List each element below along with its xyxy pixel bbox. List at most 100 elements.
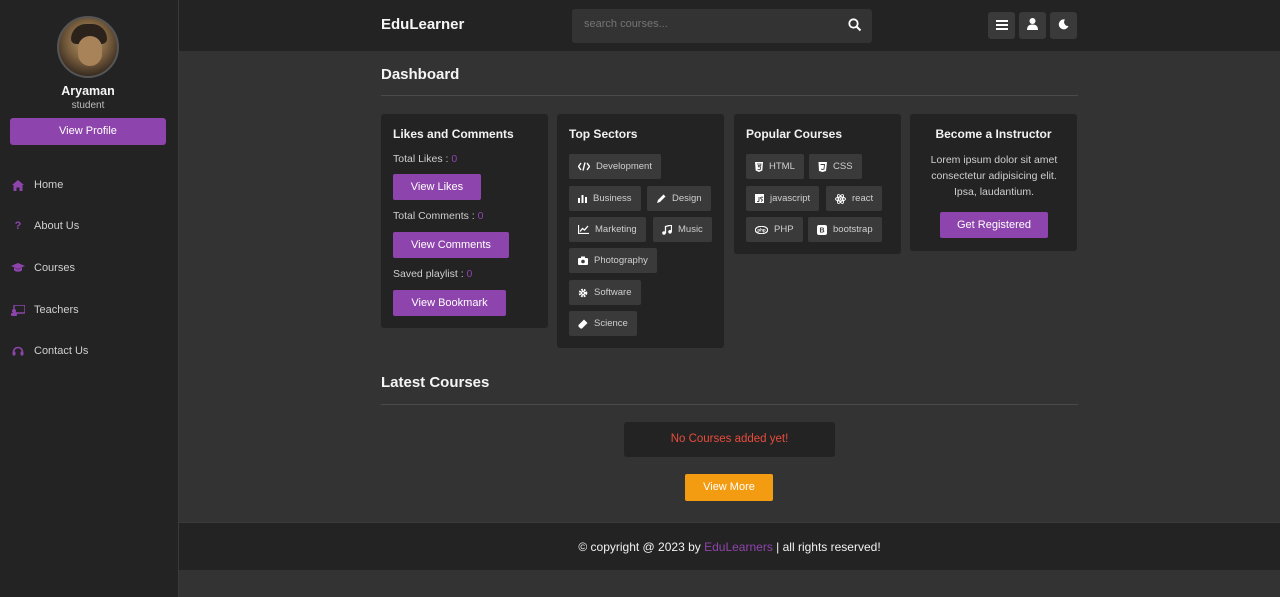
cog-icon xyxy=(578,288,588,298)
sidebar-item-label: Home xyxy=(34,179,64,191)
card-title: Become a Instructor xyxy=(935,127,1052,141)
sidebar-item-label: Contact Us xyxy=(34,345,89,357)
pen-icon xyxy=(656,194,666,204)
php-icon: php xyxy=(755,225,768,234)
view-likes-button[interactable]: View Likes xyxy=(393,174,481,200)
top-header: EduLearner xyxy=(179,0,1280,51)
user-button[interactable] xyxy=(1019,12,1046,39)
sector-chip-development[interactable]: Development xyxy=(569,154,661,179)
instructor-description: Lorem ipsum dolor sit amet consectetur a… xyxy=(930,154,1058,198)
view-profile-button[interactable]: View Profile xyxy=(10,118,166,145)
chip-label: Business xyxy=(593,193,632,204)
course-chip-javascript[interactable]: javascript xyxy=(746,186,820,211)
stat-label: Total Likes : xyxy=(393,153,452,165)
menu-button[interactable] xyxy=(988,12,1015,39)
popular-courses-card: Popular Courses HTML CSS javascript reac… xyxy=(734,114,901,254)
card-title: Likes and Comments xyxy=(393,127,514,141)
search-icon[interactable] xyxy=(848,18,862,32)
chip-label: Photography xyxy=(594,255,648,266)
user-icon xyxy=(1027,17,1038,35)
course-chip-bootstrap[interactable]: B bootstrap xyxy=(808,217,882,242)
course-chip-php[interactable]: php PHP xyxy=(746,217,803,242)
chip-label: PHP xyxy=(774,224,794,235)
brand-logo[interactable]: EduLearner xyxy=(381,16,464,33)
stat-value: 0 xyxy=(451,153,458,165)
latest-courses-title: Latest Courses xyxy=(381,374,490,391)
chip-label: Science xyxy=(594,318,628,329)
sector-chip-software[interactable]: Software xyxy=(569,280,641,305)
home-icon xyxy=(10,179,26,191)
svg-text:php: php xyxy=(757,227,765,232)
sidebar-item-teachers[interactable]: Teachers xyxy=(10,300,79,320)
chalkboard-teacher-icon xyxy=(10,304,26,316)
bootstrap-icon: B xyxy=(817,224,827,235)
sidebar-item-home[interactable]: Home xyxy=(10,175,63,195)
svg-text:B: B xyxy=(819,227,824,234)
chip-label: Development xyxy=(596,161,652,172)
camera-icon xyxy=(578,256,588,265)
course-chip-react[interactable]: react xyxy=(826,186,883,211)
sector-chip-photography[interactable]: Photography xyxy=(569,248,657,273)
card-title: Top Sectors xyxy=(569,127,638,141)
react-icon xyxy=(835,193,846,204)
stat-label: Saved playlist : xyxy=(393,268,467,280)
graduation-cap-icon xyxy=(10,263,26,273)
chip-label: Marketing xyxy=(595,224,637,235)
saved-playlist: Saved playlist : 0 xyxy=(393,268,472,280)
chip-label: Music xyxy=(678,224,703,235)
stat-value: 0 xyxy=(466,268,473,280)
card-title: Popular Courses xyxy=(746,127,843,141)
avatar[interactable] xyxy=(57,16,119,78)
bar-chart-icon xyxy=(578,194,587,203)
sector-chip-music[interactable]: Music xyxy=(653,217,712,242)
dashboard-title: Dashboard xyxy=(381,66,460,83)
course-chip-html[interactable]: HTML xyxy=(746,154,804,179)
sector-chip-marketing[interactable]: Marketing xyxy=(569,217,646,242)
dashboard-divider xyxy=(381,95,1078,96)
theme-toggle-button[interactable] xyxy=(1050,12,1077,39)
question-icon: ? xyxy=(14,220,22,232)
copyright-prefix: © copyright @ 2023 by xyxy=(578,540,705,554)
sector-chip-business[interactable]: Business xyxy=(569,186,641,211)
sidebar-item-label: Courses xyxy=(34,262,75,274)
sidebar-item-label: About Us xyxy=(34,220,80,232)
top-sectors-card: Top Sectors Development Business Design … xyxy=(557,114,724,348)
likes-comments-card: Likes and Comments Total Likes : 0 View … xyxy=(381,114,548,328)
footer-brand-link[interactable]: EduLearners xyxy=(704,540,773,554)
user-name: Aryaman xyxy=(61,84,115,98)
search-input[interactable] xyxy=(584,18,844,30)
moon-icon xyxy=(1058,17,1069,35)
menu-icon xyxy=(995,17,1008,35)
sidebar: Aryaman student View Profile Home ? Abou… xyxy=(0,0,179,597)
latest-divider xyxy=(381,404,1078,405)
view-bookmark-button[interactable]: View Bookmark xyxy=(393,290,506,316)
footer: © copyright @ 2023 by EduLearners | all … xyxy=(179,522,1280,570)
sidebar-item-label: Teachers xyxy=(34,304,79,316)
total-comments: Total Comments : 0 xyxy=(393,210,483,222)
avatar-face xyxy=(78,36,102,66)
chip-label: HTML xyxy=(769,161,795,172)
vial-icon xyxy=(578,319,588,329)
copyright-suffix: | all rights reserved! xyxy=(772,540,881,554)
chip-label: javascript xyxy=(770,193,811,204)
total-likes: Total Likes : 0 xyxy=(393,153,457,165)
empty-courses-message: No Courses added yet! xyxy=(624,422,835,457)
chip-label: bootstrap xyxy=(833,224,873,235)
search-bar xyxy=(572,9,872,43)
view-more-button[interactable]: View More xyxy=(685,474,773,501)
sidebar-item-courses[interactable]: Courses xyxy=(10,258,75,278)
sector-chip-design[interactable]: Design xyxy=(647,186,711,211)
sector-chip-science[interactable]: Science xyxy=(569,311,637,336)
view-comments-button[interactable]: View Comments xyxy=(393,232,509,258)
code-icon xyxy=(578,162,590,171)
become-instructor-card: Become a Instructor Lorem ipsum dolor si… xyxy=(910,114,1077,251)
line-chart-icon xyxy=(578,225,589,234)
chip-label: react xyxy=(852,193,874,204)
stat-label: Total Comments : xyxy=(393,210,478,222)
get-registered-button[interactable]: Get Registered xyxy=(940,212,1048,238)
course-chip-css[interactable]: CSS xyxy=(809,154,862,179)
sidebar-item-about[interactable]: ? About Us xyxy=(10,216,80,236)
sidebar-item-contact[interactable]: Contact Us xyxy=(10,341,88,361)
css3-icon xyxy=(818,161,827,172)
chip-label: CSS xyxy=(833,161,853,172)
